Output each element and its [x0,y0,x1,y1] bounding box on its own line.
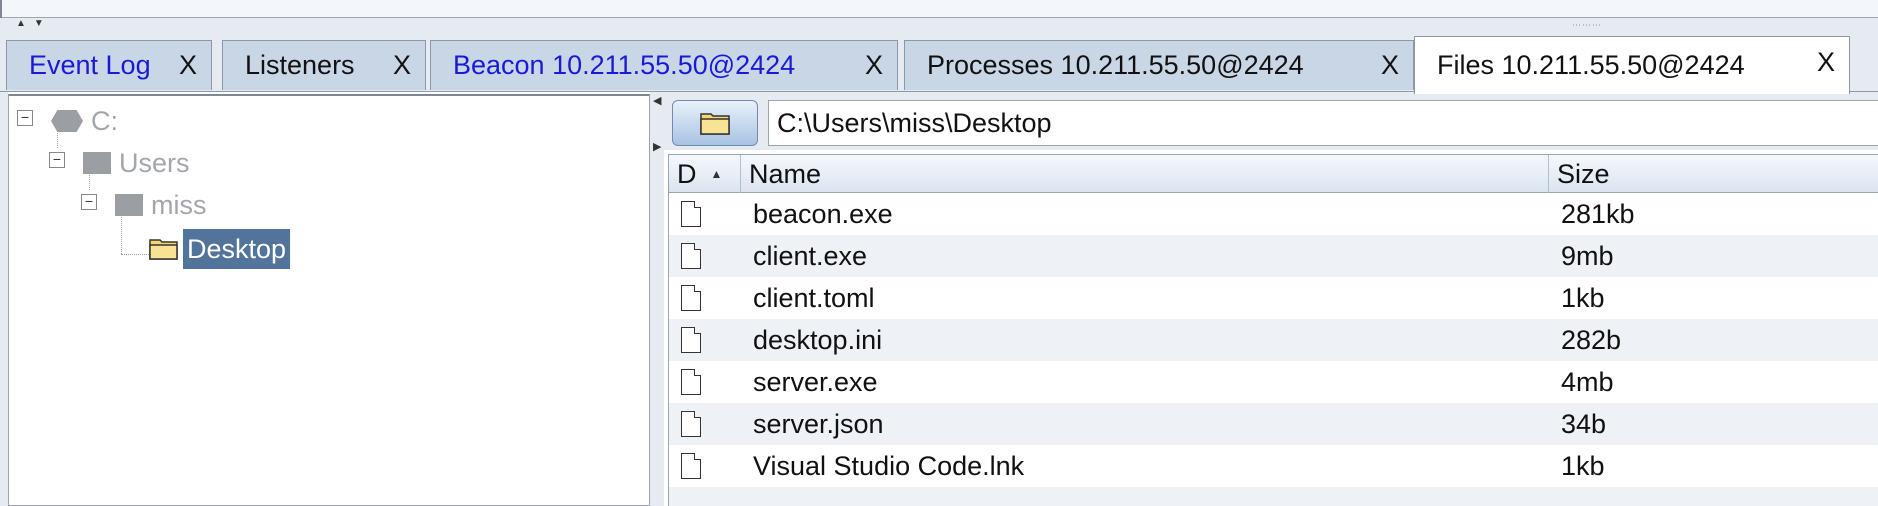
file-name: desktop.ini [753,324,883,355]
expand-right-icon[interactable]: ▶ [653,140,661,153]
collapse-left-icon[interactable]: ◀ [653,94,661,107]
folder-icon [83,152,111,174]
file-name: server.json [753,408,884,439]
tab-event-log[interactable]: Event Log X [6,40,212,90]
file-name: server.exe [753,366,878,397]
table-header: D ▲ Name Size [669,155,1878,193]
open-folder-icon [149,239,178,260]
file-type-cell [669,235,741,277]
file-name: Visual Studio Code.lnk [753,450,1025,481]
tab-close-button[interactable]: X [865,50,883,81]
file-size: 4mb [1561,366,1614,397]
window-edge [0,0,4,18]
path-input[interactable] [768,100,1878,146]
top-strip [0,0,1878,18]
column-header-name[interactable]: Name [741,155,1549,193]
tree-node-label-selected: Desktop [183,229,291,269]
column-label: D [677,158,697,189]
table-row-empty [669,487,1878,506]
folder-tree[interactable]: − C: − Users − miss Desktop [8,94,650,506]
collapse-toggle-icon[interactable]: − [49,152,65,168]
file-size: 1kb [1561,450,1605,481]
tree-node-label: miss [151,189,207,220]
file-type-cell [669,403,741,445]
table-row[interactable]: Visual Studio Code.lnk 1kb [669,445,1878,487]
file-name: client.exe [753,240,868,271]
tree-node-users[interactable]: Users [83,144,190,182]
sort-ascending-icon: ▲ [710,167,723,181]
collapse-toggle-icon[interactable]: − [17,110,33,126]
file-name: client.toml [753,282,875,313]
tab-close-button[interactable]: X [393,50,411,81]
open-folder-button[interactable] [672,100,758,146]
file-size: 9mb [1561,240,1614,271]
tree-connector [121,254,151,255]
column-header-d[interactable]: D ▲ [669,155,741,193]
file-size: 1kb [1561,282,1605,313]
table-row[interactable]: server.exe 4mb [669,361,1878,403]
tab-close-button[interactable]: X [179,50,197,81]
tab-label: Files 10.211.55.50@2424 [1437,50,1745,80]
tab-beacon[interactable]: Beacon 10.211.55.50@2424 X [430,40,898,90]
table-row[interactable]: server.json 34b [669,403,1878,445]
tab-label: Listeners [245,50,355,80]
tab-files[interactable]: Files 10.211.55.50@2424 X [1414,36,1850,94]
file-type-cell [669,319,741,361]
column-header-size[interactable]: Size [1549,155,1878,193]
tab-label: Beacon 10.211.55.50@2424 [453,50,796,80]
split-arrows-icon[interactable]: ▲▼ [16,19,52,29]
tab-close-button[interactable]: X [1817,47,1835,78]
file-icon [681,411,701,437]
table-row[interactable]: beacon.exe 281kb [669,193,1878,235]
file-type-cell [669,193,741,235]
split-grip-icon[interactable]: ⋯⋯⋯ [1572,20,1602,31]
column-label: Name [749,158,822,189]
file-icon [681,453,701,479]
file-type-cell [669,361,741,403]
tab-processes[interactable]: Processes 10.211.55.50@2424 X [904,40,1414,90]
tree-node-miss[interactable]: miss [115,186,207,224]
collapse-toggle-icon[interactable]: − [81,194,97,210]
tree-node-label: Users [119,147,190,178]
tab-listeners[interactable]: Listeners X [222,40,426,90]
file-size: 281kb [1561,198,1635,229]
file-icon [681,327,701,353]
path-bar [664,92,1878,150]
tree-node-drive[interactable]: C: [51,104,118,138]
file-size: 282b [1561,324,1622,355]
pane-divider[interactable]: ◀ ▶ [650,92,664,506]
tree-node-desktop[interactable]: Desktop [149,228,291,270]
tab-label: Event Log [29,50,151,80]
column-label: Size [1557,158,1610,189]
file-icon [681,285,701,311]
drive-icon [51,110,83,132]
table-row[interactable]: desktop.ini 282b [669,319,1878,361]
tab-label: Processes 10.211.55.50@2424 [927,50,1304,80]
file-size: 34b [1561,408,1607,439]
file-name: beacon.exe [753,198,893,229]
file-type-cell [669,277,741,319]
tree-node-label: C: [91,105,118,136]
file-icon [681,201,701,227]
file-icon [681,243,701,269]
folder-icon [115,194,143,216]
file-type-cell [669,445,741,487]
folder-icon [700,113,730,135]
tab-close-button[interactable]: X [1381,50,1399,81]
file-table[interactable]: D ▲ Name Size beacon.exe 281kb client.ex… [668,154,1878,506]
table-row[interactable]: client.toml 1kb [669,277,1878,319]
frame-edge [0,92,8,506]
files-browser: − C: − Users − miss Desktop ◀ ▶ C:\Users… [0,92,1878,506]
table-row[interactable]: client.exe 9mb [669,235,1878,277]
file-icon [681,369,701,395]
